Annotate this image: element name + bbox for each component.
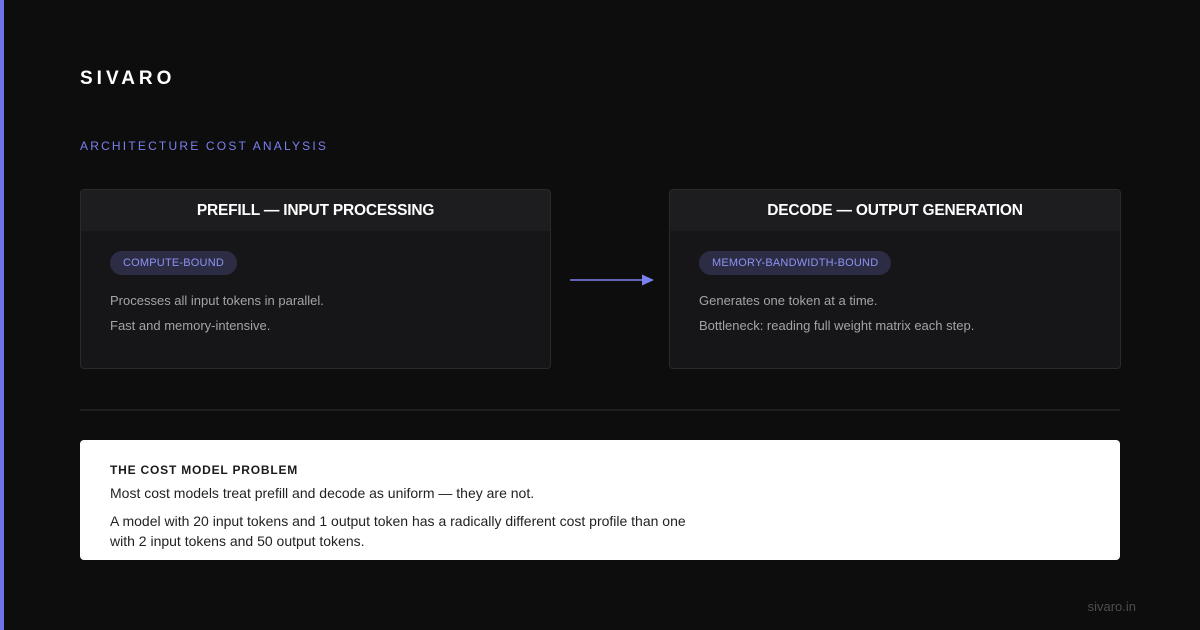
decode-description: Generates one token at a time. Bottlenec…	[699, 288, 1120, 338]
brand-logo: SIVARO	[80, 68, 176, 89]
footer-link[interactable]: sivaro.in	[1088, 599, 1136, 614]
prefill-card: PREFILL — INPUT PROCESSING COMPUTE-BOUND…	[80, 189, 551, 369]
memory-bandwidth-bound-badge: MEMORY-BANDWIDTH-BOUND	[699, 251, 892, 275]
section-label: ARCHITECTURE COST ANALYSIS	[80, 139, 329, 153]
prefill-line: Fast and memory-intensive.	[110, 318, 271, 333]
compute-bound-badge: COMPUTE-BOUND	[110, 251, 237, 275]
cost-model-problem-panel: THE COST MODEL PROBLEM Most cost models …	[80, 440, 1120, 560]
prefill-card-title: PREFILL — INPUT PROCESSING	[81, 190, 550, 231]
problem-lead: Most cost models treat prefill and decod…	[110, 485, 535, 501]
decode-line: Bottleneck: reading full weight matrix e…	[699, 318, 975, 333]
decode-card: DECODE — OUTPUT GENERATION MEMORY-BANDWI…	[669, 189, 1121, 369]
prefill-line: Processes all input tokens in parallel.	[110, 293, 324, 308]
problem-detail: A model with 20 input tokens and 1 outpu…	[110, 513, 686, 549]
prefill-description: Processes all input tokens in parallel. …	[110, 288, 550, 338]
decode-card-body: MEMORY-BANDWIDTH-BOUND Generates one tok…	[670, 231, 1120, 338]
arrow-right-icon	[570, 274, 654, 286]
accent-bar	[0, 0, 4, 630]
prefill-card-body: COMPUTE-BOUND Processes all input tokens…	[81, 231, 550, 338]
divider	[80, 409, 1120, 411]
decode-card-title: DECODE — OUTPUT GENERATION	[670, 190, 1120, 231]
problem-title: THE COST MODEL PROBLEM	[110, 463, 299, 477]
decode-line: Generates one token at a time.	[699, 293, 878, 308]
